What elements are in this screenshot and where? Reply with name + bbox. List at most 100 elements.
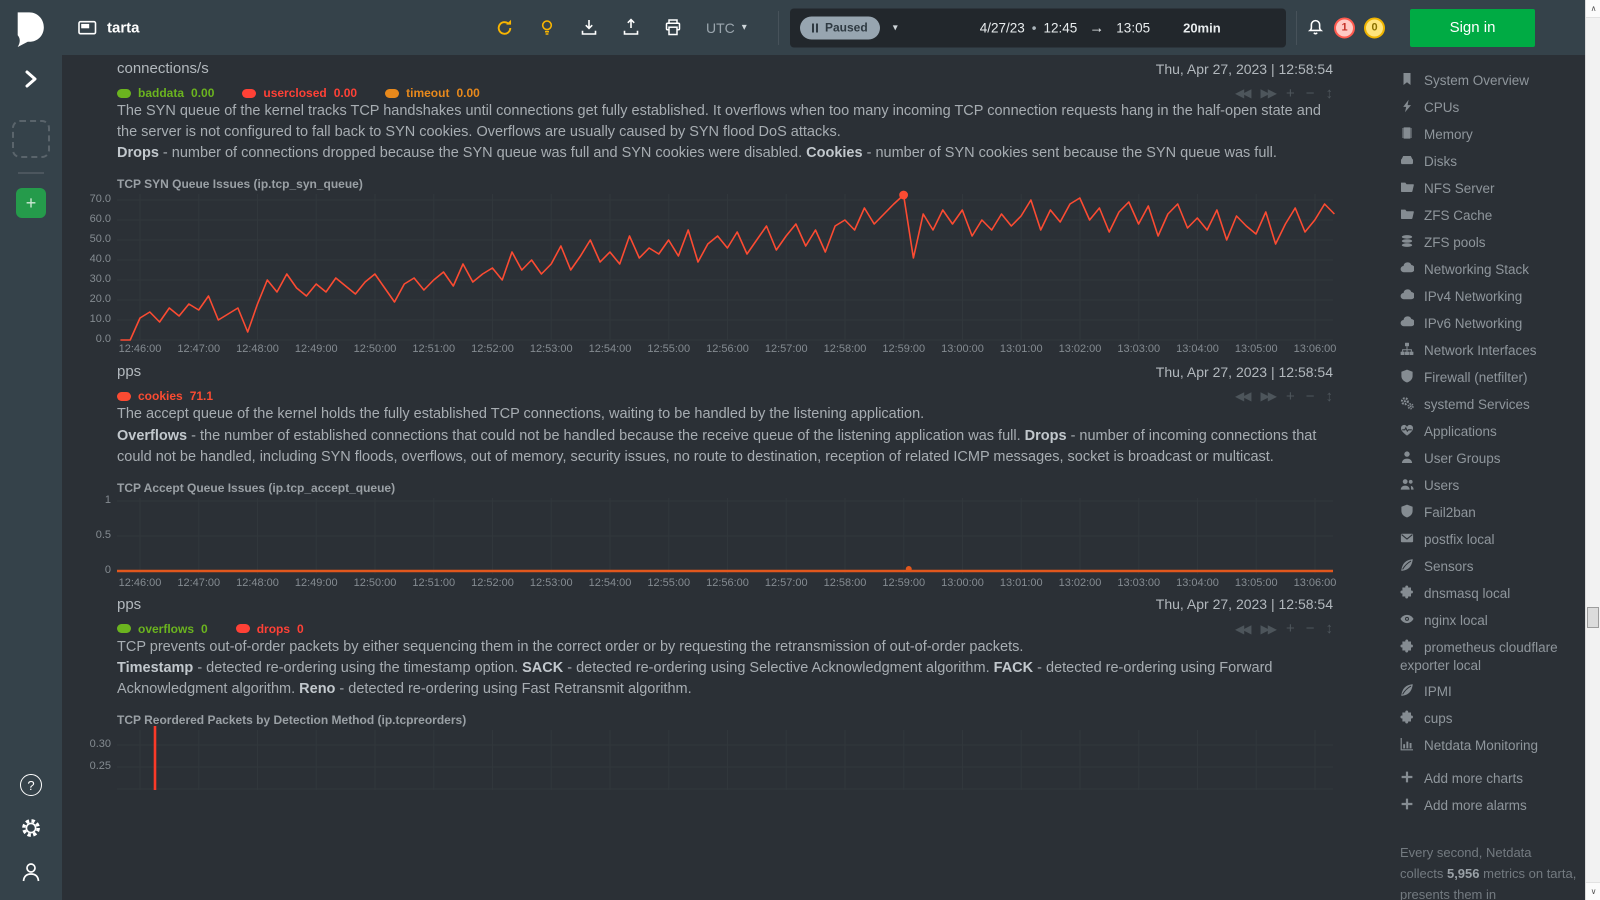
menu-item-sensors[interactable]: Sensors [1400,558,1577,576]
database-icon [1400,234,1415,252]
scrollbar-thumb[interactable] [1587,607,1599,628]
menu-item-add-more-charts[interactable]: Add more charts [1400,770,1577,788]
pause-dropdown-caret-icon[interactable]: ▾ [893,22,898,33]
download-icon[interactable] [580,19,598,37]
accept-queue-plot[interactable] [117,497,1333,574]
menu-item-applications[interactable]: Applications [1400,423,1577,441]
menu-item-prometheus-cloudflare-exporter-local[interactable]: prometheus cloudflare exporter local [1400,639,1577,674]
menu-item-systemd-services[interactable]: systemd Services [1400,396,1577,414]
menu-item-label: IPv4 Networking [1424,289,1523,304]
pan-forward-icon[interactable]: ▶▶ [1261,622,1278,636]
netdata-logo[interactable] [0,9,62,47]
resize-icon[interactable]: ↕ [1326,85,1334,102]
legend-item-userclosed[interactable]: userclosed 0.00 [242,86,357,100]
expand-rail-chevron-icon[interactable] [21,69,41,94]
shield-icon [1400,504,1415,522]
menu-item-ipv4-networking[interactable]: IPv4 Networking [1400,288,1577,306]
legend-item-timeout[interactable]: timeout 0.00 [385,86,480,100]
syn-queue-plot[interactable] [117,191,1335,342]
menu-item-postfix-local[interactable]: postfix local [1400,531,1577,549]
menu-item-cpus[interactable]: CPUs [1400,99,1577,117]
zoom-in-icon[interactable]: + [1286,388,1295,405]
menu-item-cups[interactable]: cups [1400,710,1577,728]
cloud-icon [1400,288,1415,306]
zoom-out-icon[interactable]: − [1306,388,1315,405]
reorders-chart[interactable]: 0.30 0.25 [90,726,1333,791]
y-tick: 60.0 [89,213,111,226]
menu-item-label: ZFS pools [1424,235,1486,250]
menu-item-networking-stack[interactable]: Networking Stack [1400,261,1577,279]
print-icon[interactable] [664,19,682,37]
menu-item-users[interactable]: Users [1400,477,1577,495]
warning-alerts-badge[interactable]: 0 [1364,17,1385,38]
scroll-up-arrow-icon[interactable]: ∧ [1586,0,1600,18]
menu-item-system-overview[interactable]: System Overview [1400,72,1577,90]
refresh-icon[interactable] [495,18,514,37]
pan-backward-icon[interactable]: ◀◀ [1235,622,1252,636]
menu-item-nfs-server[interactable]: NFS Server [1400,180,1577,198]
menu-item-disks[interactable]: Disks [1400,153,1577,171]
pan-backward-icon[interactable]: ◀◀ [1235,86,1252,100]
user-profile-icon[interactable] [19,860,43,884]
legend-label: overflows [138,621,195,636]
menu-item-dnsmasq-local[interactable]: dnsmasq local [1400,585,1577,603]
legend-item-drops[interactable]: drops 0 [235,622,304,636]
x-tick: 13:06:00 [1293,343,1337,356]
menu-item-memory[interactable]: Memory [1400,126,1577,144]
syn-queue-chart[interactable]: 70.0 60.0 50.0 40.0 30.0 20.0 10.0 0.0 12:46:00… [90,191,1336,358]
menu-item-network-interfaces[interactable]: Network Interfaces [1400,342,1577,360]
menu-item-zfs-pools[interactable]: ZFS pools [1400,234,1577,252]
zoom-out-icon[interactable]: − [1306,620,1315,637]
menu-item-ipmi[interactable]: IPMI [1400,683,1577,701]
upload-icon[interactable] [622,18,640,37]
reorders-plot[interactable] [117,726,1333,791]
bulb-icon[interactable] [538,18,556,37]
settings-gear-icon[interactable] [19,816,43,840]
timezone-label: UTC [706,19,735,36]
add-space-button[interactable]: + [16,188,46,218]
zoom-in-icon[interactable]: + [1286,620,1295,637]
menu-item-zfs-cache[interactable]: ZFS Cache [1400,207,1577,225]
x-tick: 13:02:00 [1058,576,1102,589]
time-range[interactable]: 4/27/23 • 12:45 → 13:05 20min [980,19,1221,36]
help-icon[interactable]: ? [20,774,42,796]
menu-item-label: Netdata Monitoring [1424,738,1539,753]
rail-bottom: ? [0,774,62,884]
description-text: Timestamp - detected re-ordering using t… [117,660,1273,698]
pan-backward-icon[interactable]: ◀◀ [1235,389,1252,403]
menu-item-firewall-netfilter[interactable]: Firewall (netfilter) [1400,369,1577,387]
sign-in-button[interactable]: Sign in [1410,8,1535,47]
legend-value: 0.00 [456,86,480,100]
legend-item-baddata[interactable]: baddata 0.00 [117,86,214,100]
chart-controls: ◀◀ ▶▶ + − ↕ [1235,85,1333,102]
empty-space-slot[interactable] [12,120,50,158]
pan-forward-icon[interactable]: ▶▶ [1261,86,1278,100]
critical-alerts-badge[interactable]: 1 [1334,17,1355,38]
menu-item-user-groups[interactable]: User Groups [1400,450,1577,468]
resize-icon[interactable]: ↕ [1326,388,1334,405]
menu-item-ipv6-networking[interactable]: IPv6 Networking [1400,315,1577,333]
hostname[interactable]: tarta [78,19,140,36]
pan-forward-icon[interactable]: ▶▶ [1261,389,1278,403]
legend-item-cookies[interactable]: cookies 71.1 [117,389,213,403]
menu-item-label: Disks [1424,154,1457,169]
pause-button[interactable]: Paused [800,16,880,39]
legend-value: 0.00 [333,86,358,100]
chart-controls: ◀◀ ▶▶ + − ↕ [1235,388,1333,405]
legend-item-overflows[interactable]: overflows 0 [117,622,208,636]
zoom-in-icon[interactable]: + [1286,85,1295,102]
menu-item-nginx-local[interactable]: nginx local [1400,612,1577,630]
timezone-selector[interactable]: UTC ▾ [706,20,747,36]
menu-item-netdata-monitoring[interactable]: Netdata Monitoring [1400,737,1577,755]
bell-icon[interactable] [1306,19,1325,37]
accept-queue-chart[interactable]: 1 0.5 0 12:46:00 12:47:00 12:48:00 12:49:00 12… [96,494,1337,592]
menu-item-fail2ban[interactable]: Fail2ban [1400,504,1577,522]
menu-item-label: Add more charts [1424,771,1524,786]
menu-item-label: ZFS Cache [1424,208,1493,223]
menu-item-add-more-alarms[interactable]: Add more alarms [1400,797,1577,815]
scroll-down-arrow-icon[interactable]: ∨ [1586,882,1600,900]
menu-item-label: System Overview [1424,73,1530,88]
zoom-out-icon[interactable]: − [1306,85,1315,102]
page-scrollbar[interactable]: ∧ ∨ [1585,0,1600,900]
resize-icon[interactable]: ↕ [1326,620,1334,637]
